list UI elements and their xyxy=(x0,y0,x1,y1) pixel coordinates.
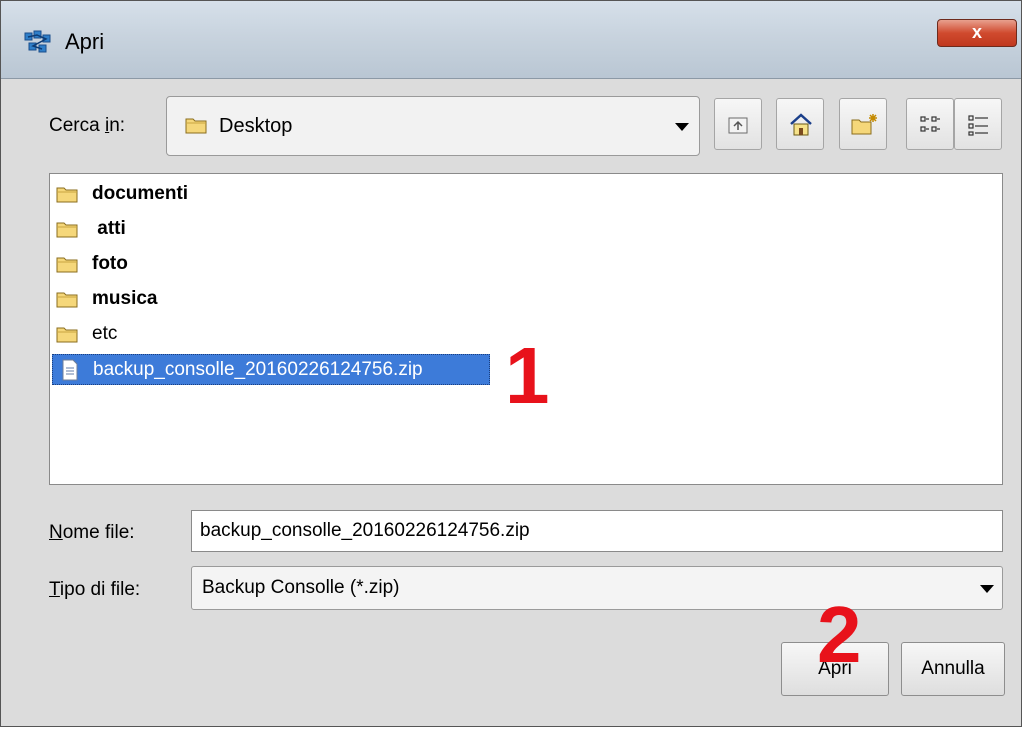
details-view-button[interactable] xyxy=(954,98,1002,150)
title-bar[interactable]: Apri x xyxy=(1,1,1021,79)
chevron-down-icon xyxy=(980,585,994,593)
dialog-body: Cerca in: Desktop documenti atti foto mu… xyxy=(13,80,1021,726)
file-name: etc xyxy=(92,323,118,344)
file-type-label-mnemonic: T xyxy=(49,579,60,600)
folder-icon xyxy=(56,222,78,238)
file-name: foto xyxy=(92,253,128,274)
file-type-dropdown[interactable]: Backup Consolle (*.zip) xyxy=(191,566,1003,610)
list-view-button[interactable] xyxy=(906,98,954,150)
file-name-input[interactable] xyxy=(191,510,1003,552)
step-annotation-1: 1 xyxy=(505,331,550,420)
folder-icon xyxy=(56,187,78,203)
list-view-icon xyxy=(920,116,940,132)
list-item-selected[interactable]: backup_consolle_20160226124756.zip xyxy=(52,354,490,385)
window-title: Apri xyxy=(65,29,105,54)
file-name-label-mnemonic: N xyxy=(49,522,63,543)
close-icon: x xyxy=(971,22,982,42)
chevron-down-icon xyxy=(675,123,689,131)
close-button[interactable]: x xyxy=(937,19,1017,47)
file-name-label-rest: ome file: xyxy=(62,522,135,543)
home-icon xyxy=(790,113,812,136)
look-in-label: Cerca in: xyxy=(49,115,125,137)
file-list[interactable]: documenti atti foto musica etc backup_co… xyxy=(49,173,1003,485)
file-type-label: Tipo di file: xyxy=(49,579,140,601)
file-name: atti xyxy=(92,218,126,239)
look-in-label-prefix: Cerca xyxy=(49,115,105,136)
file-name: backup_consolle_20160226124756.zip xyxy=(93,359,423,380)
cancel-button[interactable]: Annulla xyxy=(901,642,1005,696)
folder-icon xyxy=(185,118,207,134)
document-icon xyxy=(62,359,78,381)
file-type-label-rest: ipo di file: xyxy=(59,579,141,600)
file-type-value: Backup Consolle (*.zip) xyxy=(202,577,400,598)
up-one-level-icon xyxy=(728,117,748,134)
look-in-dropdown[interactable]: Desktop xyxy=(166,96,700,156)
app-icon xyxy=(24,30,51,53)
step-annotation-2: 2 xyxy=(817,590,862,679)
new-folder-button[interactable] xyxy=(839,98,887,150)
up-one-level-button[interactable] xyxy=(714,98,762,150)
home-button[interactable] xyxy=(776,98,824,150)
look-in-value: Desktop xyxy=(219,115,293,137)
folder-icon xyxy=(56,327,78,343)
details-view-icon xyxy=(968,115,988,136)
folder-icon xyxy=(56,257,78,273)
folder-icon xyxy=(56,292,78,308)
file-name: documenti xyxy=(92,183,189,204)
new-folder-icon xyxy=(851,114,877,135)
open-file-dialog: Apri x Cerca in: Desktop documenti atti … xyxy=(0,0,1022,727)
look-in-label-suffix: n: xyxy=(109,115,126,136)
file-name-label: Nome file: xyxy=(49,522,135,544)
file-name: musica xyxy=(92,288,158,309)
